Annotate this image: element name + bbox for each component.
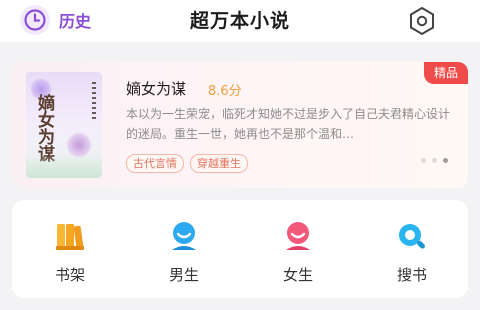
settings-button[interactable] <box>406 5 438 37</box>
search-book-icon <box>395 220 429 254</box>
female-user-icon <box>281 220 315 254</box>
carousel-dot-active[interactable] <box>443 158 448 163</box>
carousel-indicator <box>421 158 448 163</box>
category-search[interactable]: 搜书 <box>382 220 442 285</box>
featured-book-card[interactable]: 精品 嫡女为谋 嫡女为谋 8.6分 本以为一生荣宠，临死才知她不过是步入了自己夫… <box>12 62 468 188</box>
carousel-dot[interactable] <box>432 158 437 163</box>
premium-badge: 精品 <box>424 62 468 84</box>
book-score: 8.6分 <box>208 84 242 99</box>
category-bookshelf[interactable]: 书架 <box>40 220 100 285</box>
book-title[interactable]: 嫡女为谋 <box>126 78 186 99</box>
top-bar: 历史 超万本小说 <box>0 0 480 42</box>
bookshelf-icon <box>53 220 87 254</box>
category-male[interactable]: 男生 <box>154 220 214 285</box>
category-label: 男生 <box>168 266 199 284</box>
male-user-icon <box>167 220 201 254</box>
cover-vertical-text-decoration <box>92 82 96 122</box>
book-tag[interactable]: 古代言情 <box>126 154 184 173</box>
category-label: 女生 <box>282 266 313 284</box>
category-female[interactable]: 女生 <box>268 220 328 285</box>
cover-title: 嫡女为谋 <box>34 94 54 162</box>
book-tag[interactable]: 穿越重生 <box>190 154 248 173</box>
category-grid: 书架 男生 女生 搜书 <box>12 200 468 298</box>
carousel-dot[interactable] <box>421 158 426 163</box>
hexagon-settings-icon <box>410 6 434 36</box>
category-label: 搜书 <box>396 266 427 284</box>
book-cover[interactable]: 嫡女为谋 <box>26 72 102 178</box>
category-label: 书架 <box>54 266 85 284</box>
cover-leaves-decoration <box>26 154 102 178</box>
book-tags: 古代言情 穿越重生 <box>126 154 248 173</box>
book-description: 本以为一生荣宠，临死才知她不过是步入了自己夫君精心设计的迷局。重生一世，她再也不… <box>126 107 451 141</box>
